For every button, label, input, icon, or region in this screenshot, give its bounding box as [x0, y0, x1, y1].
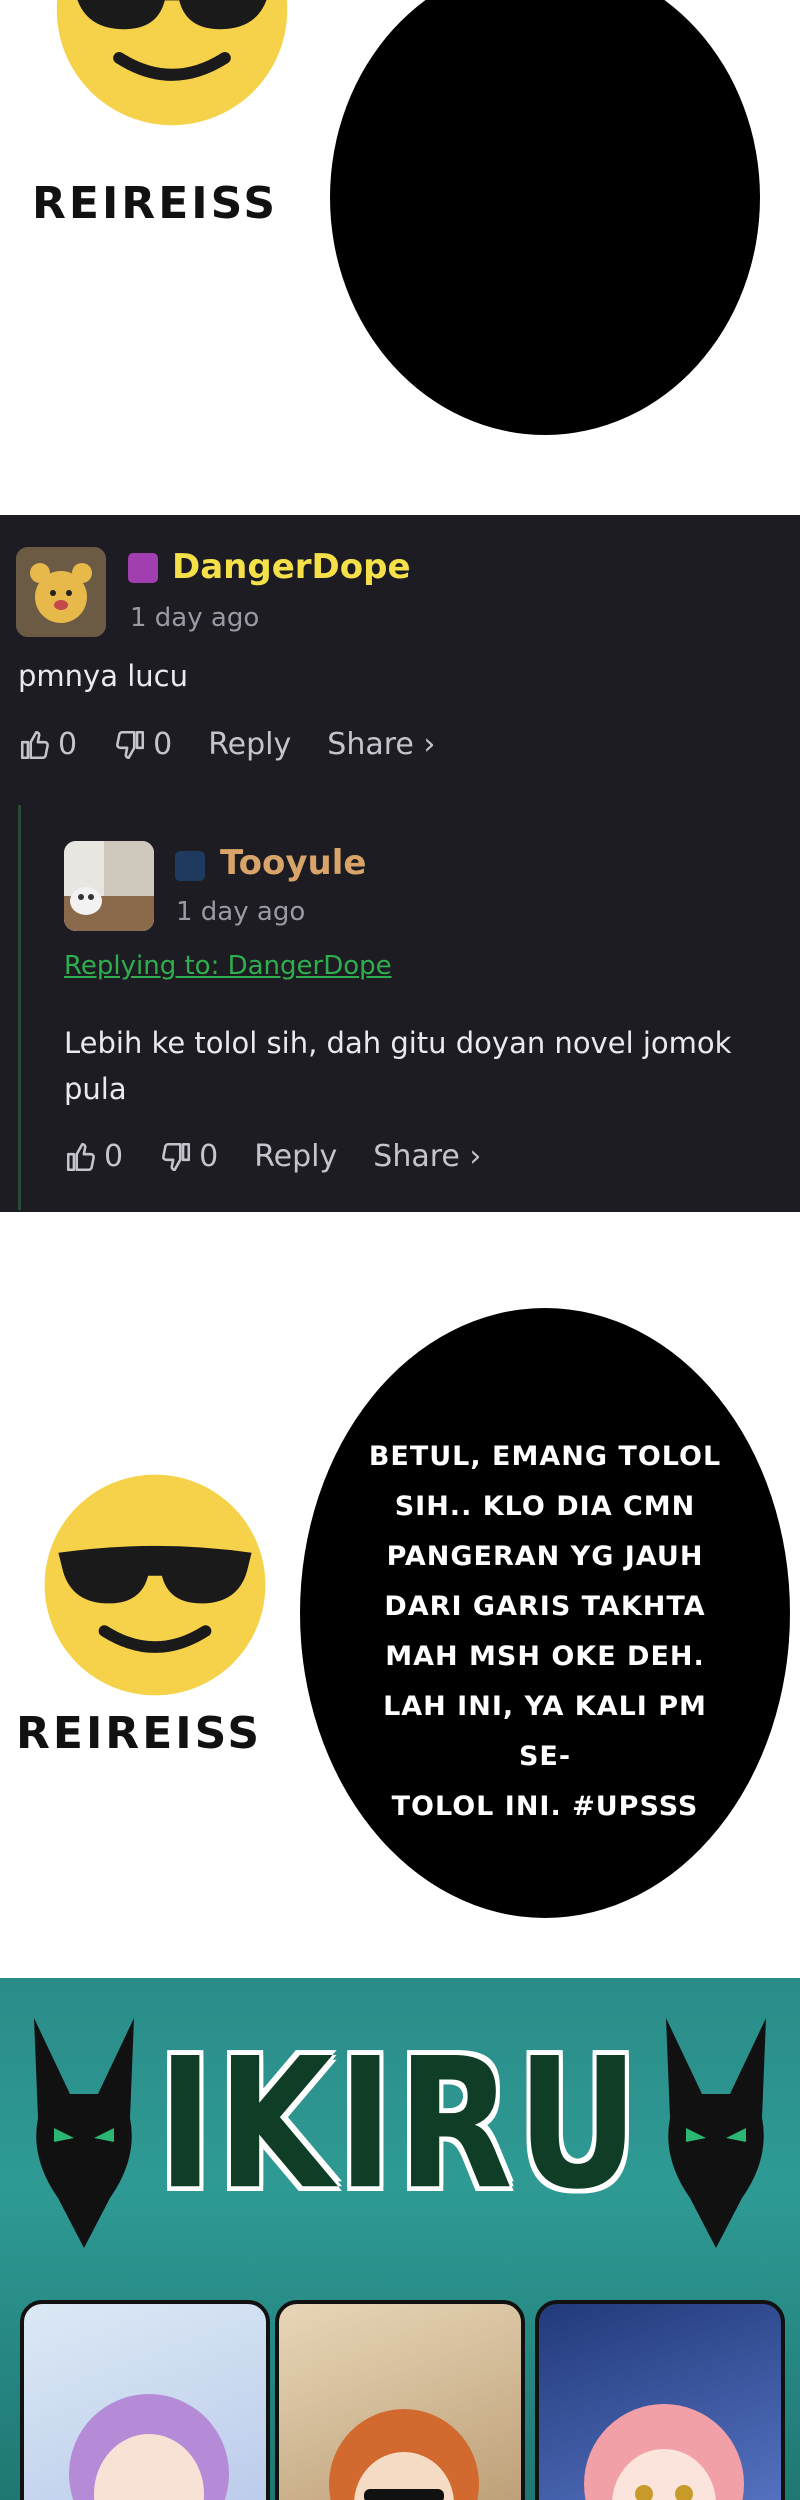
thumbs-up-icon	[66, 1142, 95, 1171]
comment-text: Lebih ke tolol sih, dah gitu doyan novel…	[64, 1026, 732, 1106]
promo-banner: IKIRU	[0, 1978, 800, 2500]
dislike-count: 0	[153, 727, 173, 762]
comic-card[interactable]	[275, 2300, 525, 2500]
comic-card[interactable]	[20, 2300, 270, 2500]
replying-to-link[interactable]: Replying to: DangerDope	[64, 951, 392, 981]
speech-line: TOLOL INI. #UPSSS	[391, 1791, 699, 1822]
thumbs-up-icon	[20, 730, 49, 759]
meme-character-name: REIREISS	[16, 1708, 263, 1759]
reply-button[interactable]: Reply	[254, 1139, 337, 1174]
comment-time: 1 day ago	[130, 603, 260, 633]
speech-line: DARI GARIS TAKHTA	[384, 1591, 706, 1622]
meme-panel-bottom: REIREISS BETUL, EMANG TOLOL SIH.. KLO DI…	[0, 1212, 800, 1978]
dislike-button[interactable]: 0	[113, 727, 172, 762]
comment-actions: 0 0 Reply Share ›	[18, 727, 471, 762]
comment-username[interactable]: Tooyule	[220, 843, 366, 883]
speech-line: BETUL, EMANG TOLOL	[368, 1441, 722, 1472]
speech-line: MAH MSH OKE DEH.	[385, 1641, 705, 1672]
comment-text: pmnya lucu	[18, 659, 188, 693]
thumbs-down-icon	[162, 1142, 191, 1171]
comic-cover-image	[69, 2394, 229, 2500]
comment-time: 1 day ago	[176, 897, 306, 927]
cat-avatar-image	[64, 841, 154, 931]
like-button[interactable]: 0	[18, 727, 77, 762]
like-count: 0	[104, 1139, 124, 1174]
speech-bubble-text: BETUL, EMANG TOLOL SIH.. KLO DIA CMN PAN…	[360, 1432, 730, 1832]
dislike-count: 0	[199, 1139, 219, 1174]
reply-button[interactable]: Reply	[208, 727, 291, 762]
speech-line: LAH INI, YA KALI PM SE-	[383, 1691, 707, 1772]
sunglasses-emoji-icon	[56, 0, 288, 126]
speech-line: SIH.. KLO DIA CMN	[394, 1491, 696, 1522]
like-button[interactable]: 0	[64, 1139, 123, 1174]
comment-actions: 0 0 Reply Share ›	[64, 1139, 517, 1174]
share-button[interactable]: Share ›	[327, 727, 435, 762]
like-count: 0	[58, 727, 78, 762]
sunglasses-emoji-icon	[44, 1474, 266, 1696]
thumbs-down-icon	[116, 730, 145, 759]
speech-line: PANGERAN YG JAUH	[386, 1541, 704, 1572]
thread-line	[18, 805, 21, 1210]
brand-logo-text: IKIRU	[157, 2020, 643, 2230]
user-badge-icon	[128, 553, 158, 583]
bear-avatar-image	[16, 547, 106, 637]
speech-bubble-empty	[330, 0, 760, 435]
meme-panel-top: REIREISS	[0, 0, 800, 515]
comic-card[interactable]	[535, 2300, 785, 2500]
share-button[interactable]: Share ›	[373, 1139, 481, 1174]
dislike-button[interactable]: 0	[159, 1139, 218, 1174]
avatar[interactable]	[64, 841, 154, 931]
meme-character-name: REIREISS	[32, 178, 279, 229]
comic-cover-image	[329, 2409, 479, 2500]
comments-section: DangerDope 1 day ago pmnya lucu 0 0 Repl…	[0, 515, 800, 1212]
avatar[interactable]	[16, 547, 106, 637]
comment-username[interactable]: DangerDope	[172, 547, 411, 587]
comic-cover-image	[584, 2404, 744, 2500]
user-badge-icon	[175, 851, 205, 881]
